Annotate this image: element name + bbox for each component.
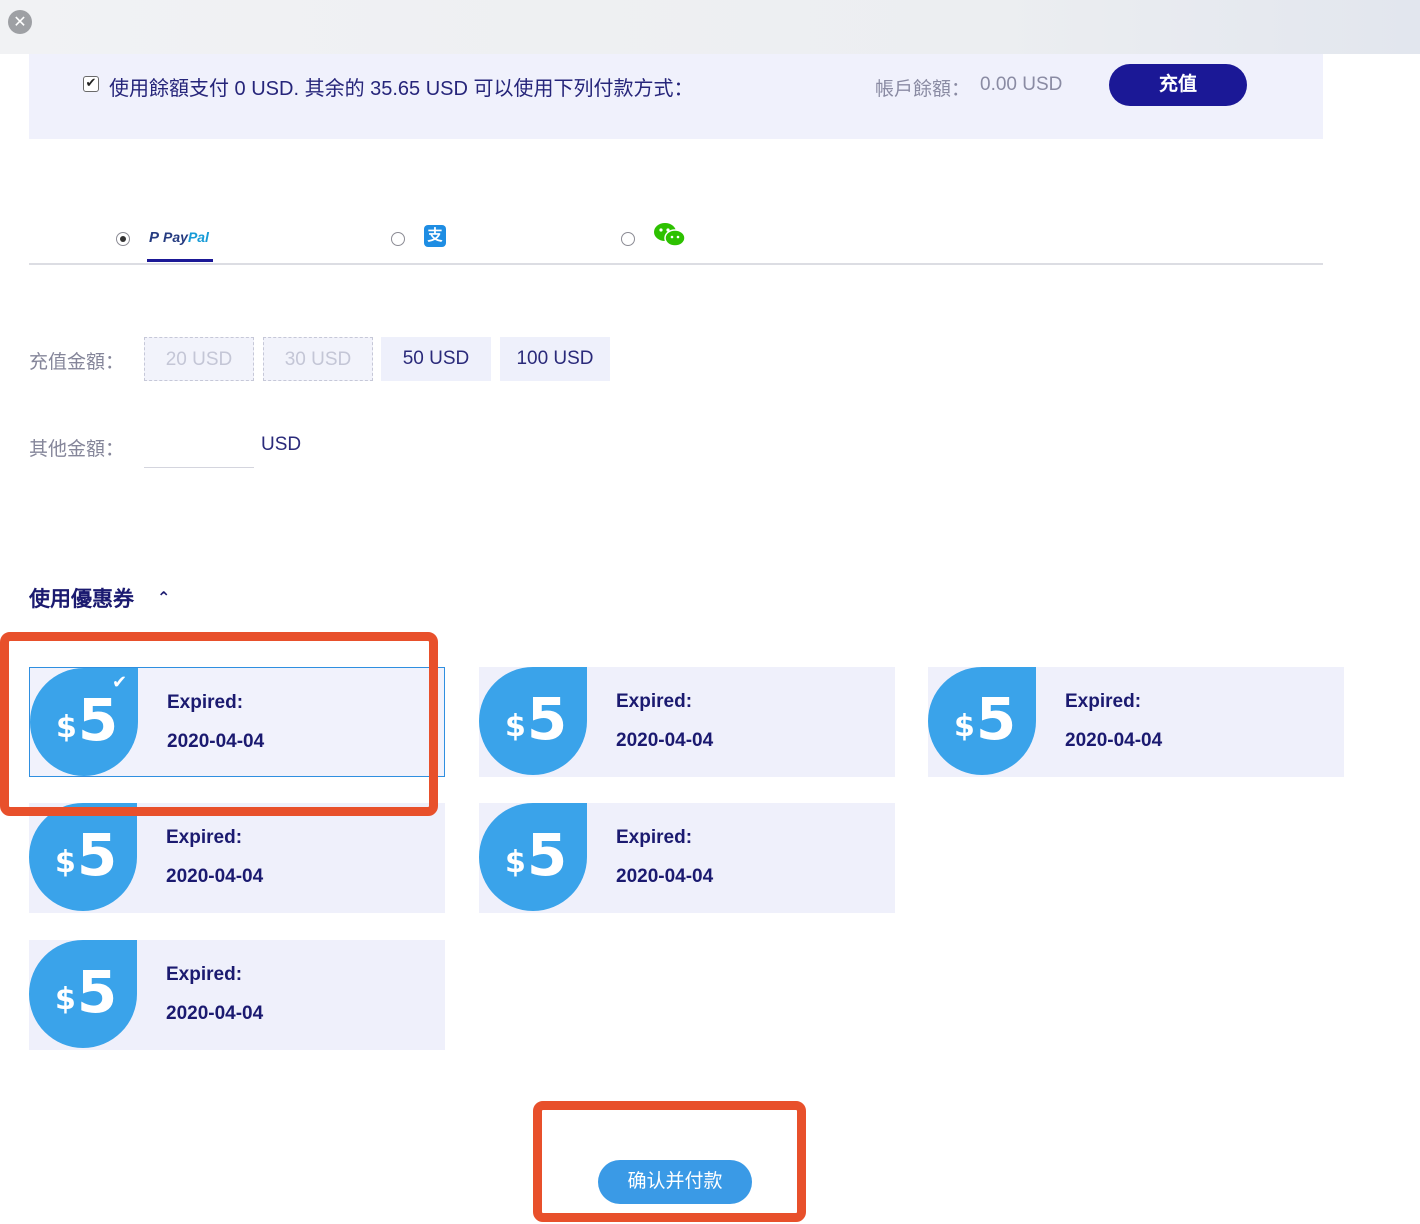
coupon-expired-label: Expired: bbox=[616, 691, 693, 712]
other-amount-label: 其他金額： bbox=[29, 439, 125, 460]
coupon-amount: $5 bbox=[505, 821, 568, 889]
other-amount-input[interactable] bbox=[144, 425, 254, 468]
coupon-card[interactable]: $5 Expired: 2020-04-04 bbox=[479, 667, 895, 777]
coupon-expired-date: 2020-04-04 bbox=[616, 866, 714, 887]
coupon-expired-label: Expired: bbox=[616, 827, 693, 848]
coupon-expired-date: 2020-04-04 bbox=[1065, 730, 1163, 751]
coupon-expired-label: Expired: bbox=[1065, 691, 1142, 712]
account-balance-value: 0.00 USD bbox=[980, 74, 1063, 95]
alipay-radio[interactable] bbox=[391, 232, 405, 246]
highlight-box-confirm bbox=[533, 1101, 806, 1222]
recharge-button[interactable]: 充值 bbox=[1109, 64, 1247, 106]
other-amount-unit: USD bbox=[261, 434, 302, 455]
account-balance-label: 帳戶餘額： bbox=[875, 79, 971, 100]
use-balance-checkbox[interactable]: ✔ bbox=[83, 76, 99, 92]
coupon-expired-label: Expired: bbox=[166, 964, 243, 985]
coupon-card[interactable]: $5 Expired: 2020-04-04 bbox=[928, 667, 1344, 777]
coupon-card[interactable]: $5 Expired: 2020-04-04 bbox=[29, 803, 445, 913]
balance-text: 使用餘額支付 0 USD. 其余的 35.65 USD 可以使用下列付款方式： bbox=[109, 78, 694, 100]
amount-option-100[interactable]: 100 USD bbox=[500, 337, 610, 381]
paypal-icon[interactable]: P PayPal bbox=[149, 229, 209, 246]
active-tab-indicator bbox=[147, 259, 213, 262]
coupon-expired-date: 2020-04-04 bbox=[616, 730, 714, 751]
paypal-radio[interactable] bbox=[116, 232, 130, 246]
chevron-up-icon[interactable]: ⌃ bbox=[157, 588, 170, 607]
coupon-amount: $5 bbox=[55, 958, 118, 1026]
close-icon[interactable]: ✕ bbox=[8, 10, 32, 34]
coupon-card[interactable]: $5 Expired: 2020-04-04 bbox=[479, 803, 895, 913]
coupon-amount: $5 bbox=[505, 685, 568, 753]
window-titlebar: ✕ bbox=[0, 0, 1420, 54]
coupon-section-title[interactable]: 使用優惠券 bbox=[29, 583, 134, 613]
recharge-amount-label: 充值金額： bbox=[29, 352, 125, 373]
balance-panel: ✔ 使用餘額支付 0 USD. 其余的 35.65 USD 可以使用下列付款方式… bbox=[29, 54, 1323, 139]
amount-option-30[interactable]: 30 USD bbox=[263, 337, 373, 381]
coupon-expired-date: 2020-04-04 bbox=[166, 866, 264, 887]
payment-method-tabs: P PayPal 支 bbox=[29, 215, 1323, 265]
amount-option-20[interactable]: 20 USD bbox=[144, 337, 254, 381]
coupon-card[interactable]: $5 Expired: 2020-04-04 bbox=[29, 940, 445, 1050]
coupon-expired-date: 2020-04-04 bbox=[166, 1003, 264, 1024]
alipay-icon[interactable]: 支 bbox=[424, 225, 446, 247]
coupon-expired-label: Expired: bbox=[166, 827, 243, 848]
highlight-box-coupon bbox=[0, 632, 438, 816]
wechat-pay-radio[interactable] bbox=[621, 232, 635, 246]
coupon-amount: $5 bbox=[55, 821, 118, 889]
wechat-pay-icon[interactable] bbox=[653, 221, 687, 249]
amount-option-50[interactable]: 50 USD bbox=[381, 337, 491, 381]
coupon-amount: $5 bbox=[954, 685, 1017, 753]
